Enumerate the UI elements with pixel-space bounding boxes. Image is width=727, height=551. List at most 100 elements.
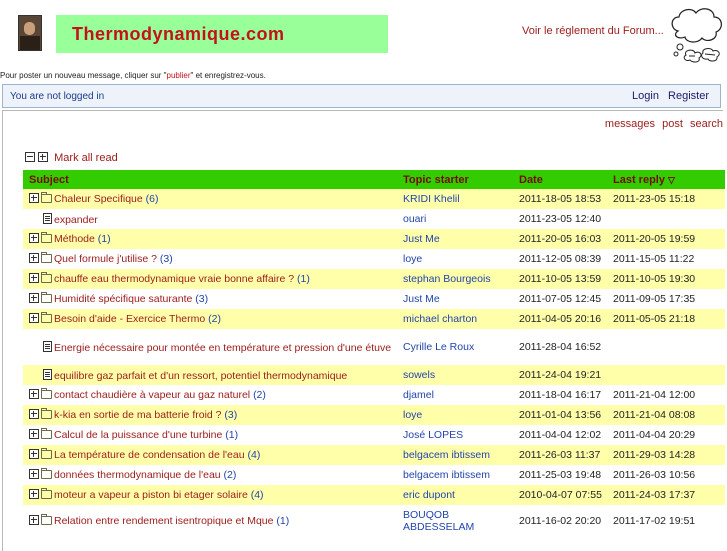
col-subject[interactable]: Subject: [23, 170, 397, 189]
topic-starter[interactable]: KRIDI Khelil: [397, 189, 513, 209]
site-logo[interactable]: Thermodynamique.com: [56, 15, 388, 53]
topic-subject-link[interactable]: contact chaudière à vapeur au gaz nature…: [54, 389, 250, 401]
reply-count: (2): [223, 469, 237, 481]
topic-date: 2011-04-04 12:02: [513, 425, 607, 445]
topic-starter[interactable]: ouari: [397, 209, 513, 229]
topic-subject-link[interactable]: moteur a vapeur a piston bi etager solai…: [54, 489, 248, 501]
topic-starter[interactable]: belgacem ibtissem: [397, 445, 513, 465]
topic-subject-cell: données thermodynamique de l'eau (2): [23, 465, 397, 485]
forum-rules-link[interactable]: Voir le réglement du Forum...: [522, 25, 664, 37]
reply-count: (1): [97, 233, 111, 245]
topic-row: Méthode (1) Just Me 2011-20-05 16:03 2011-2…: [23, 229, 725, 249]
expand-thread-icon[interactable]: [29, 469, 39, 479]
topic-date: 2011-23-05 12:40: [513, 209, 607, 229]
topic-date: 2011-25-03 19:48: [513, 465, 607, 485]
topic-subject-cell: equilibre gaz parfait et d'un ressort, p…: [23, 365, 397, 385]
folder-icon: [41, 272, 52, 283]
topic-starter[interactable]: BOUQOB ABDESSELAM: [397, 505, 513, 537]
col-last-reply[interactable]: Last reply ▽: [607, 170, 725, 189]
topic-subject-link[interactable]: Energie nécessaire pour montée en tempér…: [54, 342, 391, 354]
topic-starter[interactable]: José LOPES: [397, 425, 513, 445]
expand-thread-icon[interactable]: [29, 409, 39, 419]
col-date[interactable]: Date: [513, 170, 607, 189]
topic-row: Calcul de la puissance d'une turbine (1)…: [23, 425, 725, 445]
col-topic-starter[interactable]: Topic starter: [397, 170, 513, 189]
topic-subject-link[interactable]: k-kia en sortie de ma batterie froid ?: [54, 409, 222, 421]
topic-starter[interactable]: stephan Bourgeois: [397, 269, 513, 289]
topic-date: 2011-26-03 11:37: [513, 445, 607, 465]
topic-subject-link[interactable]: Calcul de la puissance d'une turbine: [54, 429, 222, 441]
topic-row: k-kia en sortie de ma batterie froid ? (…: [23, 405, 725, 425]
folder-icon: [41, 252, 52, 263]
topic-last-reply: 2011-26-03 10:56: [607, 465, 725, 485]
sort-desc-icon: ▽: [668, 174, 675, 185]
expand-thread-icon[interactable]: [29, 515, 39, 525]
reply-count: (1): [225, 429, 239, 441]
topic-subject-link[interactable]: expander: [54, 214, 98, 226]
expand-thread-icon[interactable]: [29, 293, 39, 303]
forum-toolbar: messages post search: [601, 118, 723, 130]
expand-thread-icon[interactable]: [29, 489, 39, 499]
post-link[interactable]: post: [662, 118, 683, 130]
post-hint-before: Pour poster un nouveau message, cliquer …: [0, 71, 167, 80]
folder-icon: [41, 428, 52, 439]
topic-last-reply: 2011-17-02 19:51: [607, 505, 725, 537]
topic-starter[interactable]: Cyrille Le Roux: [397, 329, 513, 365]
expand-all-icon[interactable]: [38, 152, 49, 162]
topic-starter[interactable]: michael charton: [397, 309, 513, 329]
topic-subject-cell: Energie nécessaire pour montée en tempér…: [23, 329, 397, 365]
topic-subject-link[interactable]: chauffe eau thermodynamique vraie bonne …: [54, 273, 294, 285]
mark-all-read-link[interactable]: Mark all read: [54, 152, 118, 164]
reply-count: (2): [253, 389, 266, 401]
expand-thread-icon[interactable]: [29, 449, 39, 459]
topic-starter[interactable]: eric dupont: [397, 485, 513, 505]
topic-subject-cell: La température de condensation de l'eau …: [23, 445, 397, 465]
expand-thread-icon[interactable]: [29, 273, 39, 283]
collapse-all-icon[interactable]: [25, 152, 35, 162]
messages-link[interactable]: messages: [605, 118, 655, 130]
folder-icon: [41, 192, 52, 203]
topic-subject-link[interactable]: Besoin d'aide - Exercice Thermo: [54, 313, 205, 325]
topic-last-reply: [607, 329, 725, 365]
topic-subject-link[interactable]: La température de condensation de l'eau: [54, 449, 245, 461]
expand-thread-icon[interactable]: [29, 193, 39, 203]
topic-last-reply: [607, 365, 725, 385]
topic-subject-link[interactable]: Humidité spécifique saturante: [54, 293, 192, 305]
col-last-reply-label: Last reply: [613, 173, 665, 186]
expand-thread-icon[interactable]: [29, 233, 39, 243]
topic-subject-link[interactable]: données thermodynamique de l'eau: [54, 469, 221, 481]
publish-link[interactable]: publier: [167, 71, 191, 80]
topic-starter[interactable]: sowels: [397, 365, 513, 385]
topic-starter[interactable]: belgacem ibtissem: [397, 465, 513, 485]
expand-thread-icon[interactable]: [29, 429, 39, 439]
reply-count: (1): [276, 515, 290, 527]
search-link[interactable]: search: [690, 118, 723, 130]
expand-thread-icon[interactable]: [29, 389, 39, 399]
topic-last-reply: 2011-20-05 19:59: [607, 229, 725, 249]
topic-last-reply: 2011-29-03 14:28: [607, 445, 725, 465]
topic-date: 2011-16-02 20:20: [513, 505, 607, 537]
topic-starter[interactable]: loye: [397, 249, 513, 269]
topic-starter[interactable]: Just Me: [397, 229, 513, 249]
mark-all-read-control[interactable]: Mark all read: [25, 152, 118, 164]
folder-icon: [41, 232, 52, 243]
topic-subject-cell: chauffe eau thermodynamique vraie bonne …: [23, 269, 397, 289]
topic-starter[interactable]: Just Me: [397, 289, 513, 309]
topic-subject-link[interactable]: equilibre gaz parfait et d'un ressort, p…: [54, 370, 347, 382]
login-link[interactable]: Login: [632, 90, 659, 102]
topic-starter[interactable]: djamel: [397, 385, 513, 405]
topic-subject-link[interactable]: Chaleur Specifique: [54, 193, 143, 205]
topic-last-reply: 2011-21-04 12:00: [607, 385, 725, 405]
topic-subject-link[interactable]: Méthode: [54, 233, 95, 245]
topic-subject-link[interactable]: Relation entre rendement isentropique et…: [54, 515, 273, 527]
topic-starter[interactable]: loye: [397, 405, 513, 425]
topic-subject-cell: Calcul de la puissance d'une turbine (1): [23, 425, 397, 445]
expand-thread-icon[interactable]: [29, 253, 39, 263]
topic-row: expander ouari 2011-23-05 12:40: [23, 209, 725, 229]
topic-subject-link[interactable]: Quel formule j'utilise ?: [54, 253, 157, 265]
topic-date: 2011-04-05 20:16: [513, 309, 607, 329]
topic-row: contact chaudière à vapeur au gaz nature…: [23, 385, 725, 405]
register-link[interactable]: Register: [668, 90, 709, 102]
topic-subject-cell: Méthode (1): [23, 229, 397, 249]
expand-thread-icon[interactable]: [29, 313, 39, 323]
